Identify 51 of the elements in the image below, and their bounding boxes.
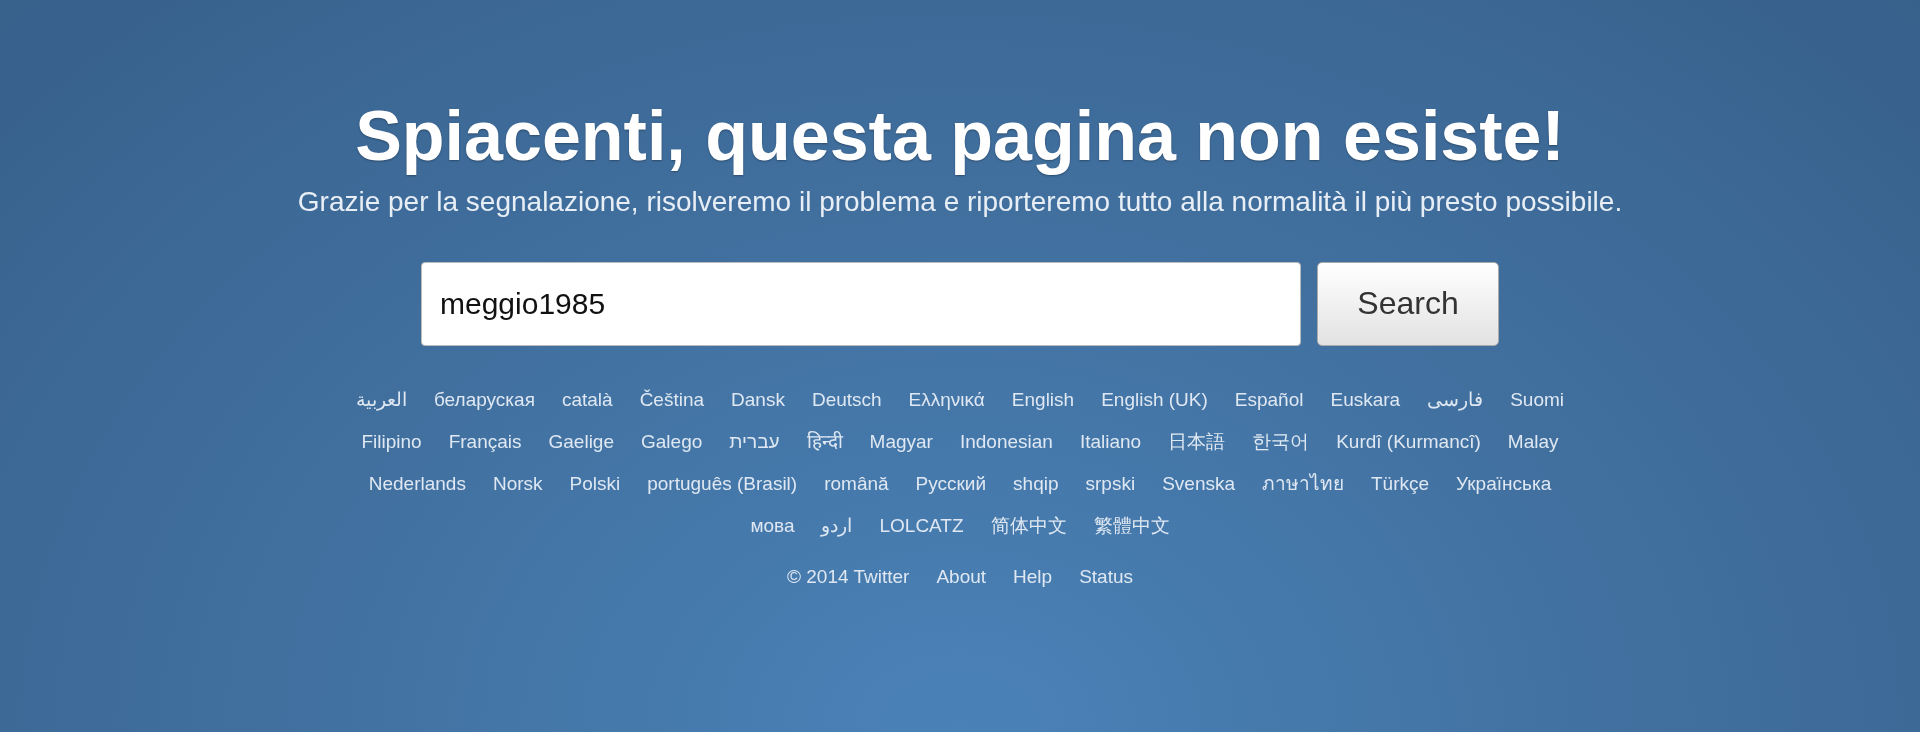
language-link[interactable]: 日本語	[1168, 427, 1226, 455]
language-link[interactable]: Italiano	[1079, 427, 1142, 455]
language-link[interactable]: English (UK)	[1101, 385, 1208, 413]
language-link[interactable]: srpski	[1085, 469, 1136, 497]
language-link[interactable]: Polski	[569, 469, 621, 497]
language-link[interactable]: Українська	[1456, 469, 1552, 497]
language-link[interactable]: Deutsch	[811, 385, 882, 413]
language-link[interactable]: 한국어	[1252, 427, 1310, 455]
language-link[interactable]: Magyar	[869, 427, 933, 455]
subtitle: Grazie per la segnalazione, risolveremo il problema e riporteremo tutto alla normalità il più presto possibile.	[297, 185, 1623, 218]
language-link[interactable]: Norsk	[492, 469, 543, 497]
footer-link[interactable]: About	[936, 562, 987, 590]
language-link[interactable]: Filipino	[361, 427, 422, 455]
language-link[interactable]: Ελληνικά	[908, 385, 985, 413]
language-link[interactable]: Русский	[915, 469, 987, 497]
language-link[interactable]: Türkçe	[1371, 469, 1430, 497]
language-link[interactable]: Euskara	[1330, 385, 1401, 413]
language-link[interactable]: English	[1011, 385, 1075, 413]
language-link[interactable]: हिन्दी	[806, 427, 843, 455]
language-link[interactable]: العربية	[355, 385, 407, 413]
language-link[interactable]: Suomi	[1510, 385, 1565, 413]
footer-link[interactable]: Status	[1079, 562, 1133, 590]
language-link[interactable]: português (Brasil)	[647, 469, 798, 497]
language-link[interactable]: 繁體中文	[1093, 511, 1170, 539]
language-link[interactable]: 简体中文	[990, 511, 1067, 539]
language-link[interactable]: беларуская	[433, 385, 535, 413]
language-link[interactable]: Svenska	[1162, 469, 1235, 497]
language-link[interactable]: română	[824, 469, 889, 497]
language-link[interactable]: עברית	[729, 427, 780, 455]
language-link[interactable]: Čeština	[639, 385, 705, 413]
language-link[interactable]: Kurdî (Kurmancî)	[1336, 427, 1481, 455]
language-link[interactable]: LOLCATZ	[879, 511, 964, 539]
page-heading: Spiacenti, questa pagina non esiste!	[355, 100, 1565, 174]
language-link[interactable]: Nederlands	[368, 469, 466, 497]
search-field[interactable]: meggio1985	[421, 261, 1301, 346]
language-link[interactable]: Français	[448, 427, 522, 455]
language-link[interactable]: Indonesian	[959, 427, 1053, 455]
copyright: © 2014 Twitter	[786, 564, 910, 589]
language-link[interactable]: Gaelige	[548, 427, 614, 455]
search-button[interactable]: Search	[1317, 261, 1499, 346]
language-link[interactable]: Galego	[641, 427, 703, 455]
language-link[interactable]: мова	[750, 511, 795, 539]
language-link[interactable]: ภาษาไทย	[1262, 469, 1344, 497]
footer-link[interactable]: Help	[1013, 562, 1053, 590]
language-link[interactable]: Español	[1234, 385, 1304, 413]
language-link[interactable]: català	[561, 385, 613, 413]
language-link[interactable]: Dansk	[731, 385, 785, 413]
language-link[interactable]: shqip	[1013, 469, 1059, 497]
language-link[interactable]: Malay	[1507, 427, 1559, 455]
language-link[interactable]: اردو	[821, 511, 853, 539]
language-link[interactable]: فارسی	[1427, 385, 1484, 413]
